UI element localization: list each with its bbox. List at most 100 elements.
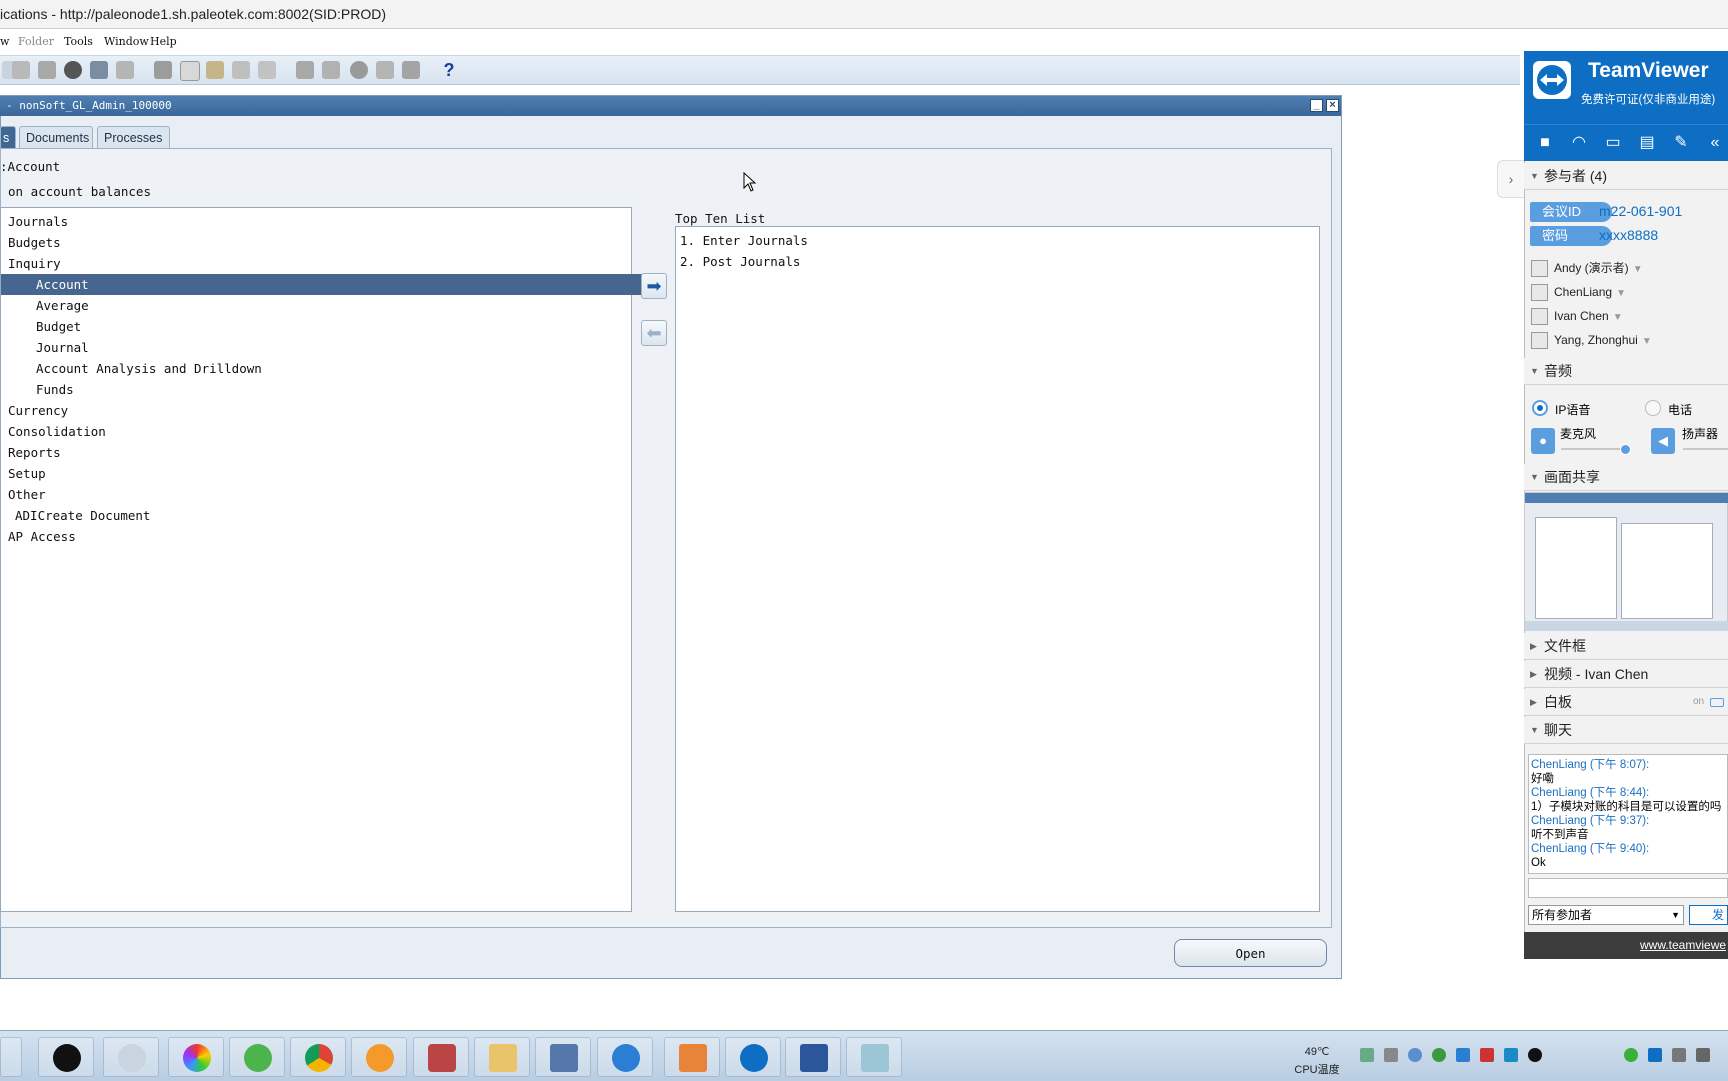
paste-icon[interactable]	[206, 61, 224, 79]
microphone-icon[interactable]: ●	[1531, 428, 1555, 454]
network-icon[interactable]	[1672, 1048, 1686, 1062]
chat-input[interactable]	[1528, 878, 1728, 898]
edit-icon[interactable]	[296, 61, 314, 79]
green-app-taskbar-icon[interactable]	[229, 1037, 285, 1077]
zoom-icon[interactable]	[322, 61, 340, 79]
copy-icon[interactable]	[180, 61, 200, 81]
screen-share-thumbnail[interactable]	[1524, 492, 1728, 631]
recipient-select[interactable]: 所有参加者 ▼	[1528, 905, 1684, 925]
minimize-button[interactable]: _	[1310, 99, 1323, 112]
chrome-taskbar-icon[interactable]	[290, 1037, 346, 1077]
tools-icon[interactable]: ✎	[1672, 134, 1690, 152]
print-icon[interactable]	[90, 61, 108, 79]
tree-item-budgets[interactable]: Budgets	[1, 232, 638, 253]
menu-help[interactable]: Help	[150, 30, 177, 54]
notepad-taskbar-icon[interactable]	[846, 1037, 902, 1077]
dropdown-icon[interactable]: ▼	[1633, 264, 1643, 275]
menu-folder[interactable]: Folder	[18, 30, 54, 54]
whiteboard-toggle[interactable]: on	[1693, 689, 1704, 715]
tray-icon[interactable]	[1624, 1048, 1638, 1062]
new-icon[interactable]	[12, 61, 30, 79]
delete-icon[interactable]	[258, 61, 276, 79]
clear-icon[interactable]	[232, 61, 250, 79]
tree-item-journal[interactable]: Journal	[1, 337, 666, 358]
tree-item-consolidation[interactable]: Consolidation	[1, 421, 638, 442]
add-to-top-ten-button[interactable]: ➡	[641, 273, 667, 299]
menu-window[interactable]: Window	[104, 30, 149, 54]
find-icon[interactable]	[38, 61, 56, 79]
collapse-icon[interactable]: «	[1706, 134, 1724, 152]
screen-share-section-header[interactable]: ▼ 画面共享	[1524, 464, 1728, 491]
top-ten-item[interactable]: 2. Post Journals	[680, 254, 800, 269]
tree-item-inquiry[interactable]: Inquiry	[1, 253, 638, 274]
tree-item-reports[interactable]: Reports	[1, 442, 638, 463]
audio-section-header[interactable]: ▼ 音频	[1524, 358, 1728, 385]
video-camera-icon[interactable]: ■	[1536, 134, 1554, 152]
participants-section-header[interactable]: ▼ 参与者 (4)	[1524, 163, 1728, 190]
close-button[interactable]: ×	[1326, 99, 1339, 112]
toggle-switch-icon[interactable]	[1710, 698, 1724, 707]
speaker-slider[interactable]	[1683, 448, 1728, 450]
tab-functions[interactable]: s	[0, 126, 16, 148]
chat-history[interactable]: ChenLiang (下午 8:07): 好嘞 ChenLiang (下午 8:…	[1528, 754, 1728, 874]
tree-item-funds[interactable]: Funds	[1, 379, 666, 400]
microphone-slider-handle[interactable]	[1620, 444, 1631, 455]
folder-tools-icon[interactable]	[402, 61, 420, 79]
files-section-header[interactable]: ▶ 文件框	[1524, 633, 1728, 660]
tray-icon[interactable]	[1408, 1048, 1422, 1062]
participant-item[interactable]: Andy (演示者) ▼	[1531, 259, 1643, 278]
menu-view[interactable]: w	[0, 30, 9, 54]
participant-item[interactable]: Ivan Chen ▼	[1531, 307, 1623, 326]
phone-radio[interactable]	[1645, 400, 1661, 416]
tray-icon[interactable]	[1384, 1048, 1398, 1062]
tree-item-average[interactable]: Average	[1, 295, 666, 316]
translate-icon[interactable]	[350, 61, 368, 79]
explorer-taskbar-icon[interactable]	[0, 1037, 22, 1077]
navigator-icon[interactable]	[64, 61, 82, 79]
qq-taskbar-icon[interactable]	[38, 1037, 94, 1077]
dropdown-icon[interactable]: ▼	[1613, 312, 1623, 323]
send-button[interactable]: 发	[1689, 905, 1728, 925]
open-button[interactable]: Open	[1174, 939, 1327, 967]
headset-icon[interactable]: ◠	[1570, 134, 1588, 152]
uc-browser-taskbar-icon[interactable]	[351, 1037, 407, 1077]
participant-item[interactable]: ChenLiang ▼	[1531, 283, 1626, 302]
dropdown-icon[interactable]: ▼	[1616, 288, 1626, 299]
dropdown-icon[interactable]: ▼	[1642, 336, 1652, 347]
save-icon[interactable]	[116, 61, 134, 79]
tray-icon[interactable]	[1648, 1048, 1662, 1062]
chat-section-header[interactable]: ▼ 聊天	[1524, 717, 1728, 744]
tray-icon[interactable]	[1528, 1048, 1542, 1062]
cut-icon[interactable]	[154, 61, 172, 79]
files-icon[interactable]: ▤	[1638, 134, 1656, 152]
color-app-taskbar-icon[interactable]	[168, 1037, 224, 1077]
tab-processes[interactable]: Processes	[97, 126, 170, 148]
tray-icon[interactable]	[1432, 1048, 1446, 1062]
tree-item-account[interactable]: Account	[1, 274, 666, 295]
tree-item-setup[interactable]: Setup	[1, 463, 638, 484]
navigator-tree[interactable]: Journals Budgets Inquiry Account Average…	[0, 207, 666, 912]
teamviewer-taskbar-icon[interactable]	[725, 1037, 781, 1077]
chat-bubble-icon[interactable]: ▭	[1604, 134, 1622, 152]
attachment-icon[interactable]	[376, 61, 394, 79]
tree-item-currency[interactable]: Currency	[1, 400, 638, 421]
tree-item-other[interactable]: Other	[1, 484, 638, 505]
teamviewer-website-link[interactable]: www.teamviewe	[1640, 938, 1726, 952]
voip-radio[interactable]	[1532, 400, 1548, 416]
tray-icon[interactable]	[1504, 1048, 1518, 1062]
tree-item-journals[interactable]: Journals	[1, 211, 638, 232]
network-taskbar-icon[interactable]	[535, 1037, 591, 1077]
participant-item[interactable]: Yang, Zhonghui ▼	[1531, 331, 1652, 350]
word-taskbar-icon[interactable]	[785, 1037, 841, 1077]
video-section-header[interactable]: ▶ 视频 - Ivan Chen	[1524, 661, 1728, 688]
menu-tools[interactable]: Tools	[64, 30, 93, 54]
tab-documents[interactable]: Documents	[19, 126, 93, 148]
remove-from-top-ten-button[interactable]: ⬅	[641, 320, 667, 346]
tree-item-account-analysis[interactable]: Account Analysis and Drilldown	[1, 358, 666, 379]
java-taskbar-icon[interactable]	[664, 1037, 720, 1077]
whiteboard-section-header[interactable]: ▶ 白板 on	[1524, 689, 1728, 716]
top-ten-item[interactable]: 1. Enter Journals	[680, 233, 808, 248]
tray-icon[interactable]	[1480, 1048, 1494, 1062]
tray-icon[interactable]	[1456, 1048, 1470, 1062]
internet-explorer-taskbar-icon[interactable]	[597, 1037, 653, 1077]
